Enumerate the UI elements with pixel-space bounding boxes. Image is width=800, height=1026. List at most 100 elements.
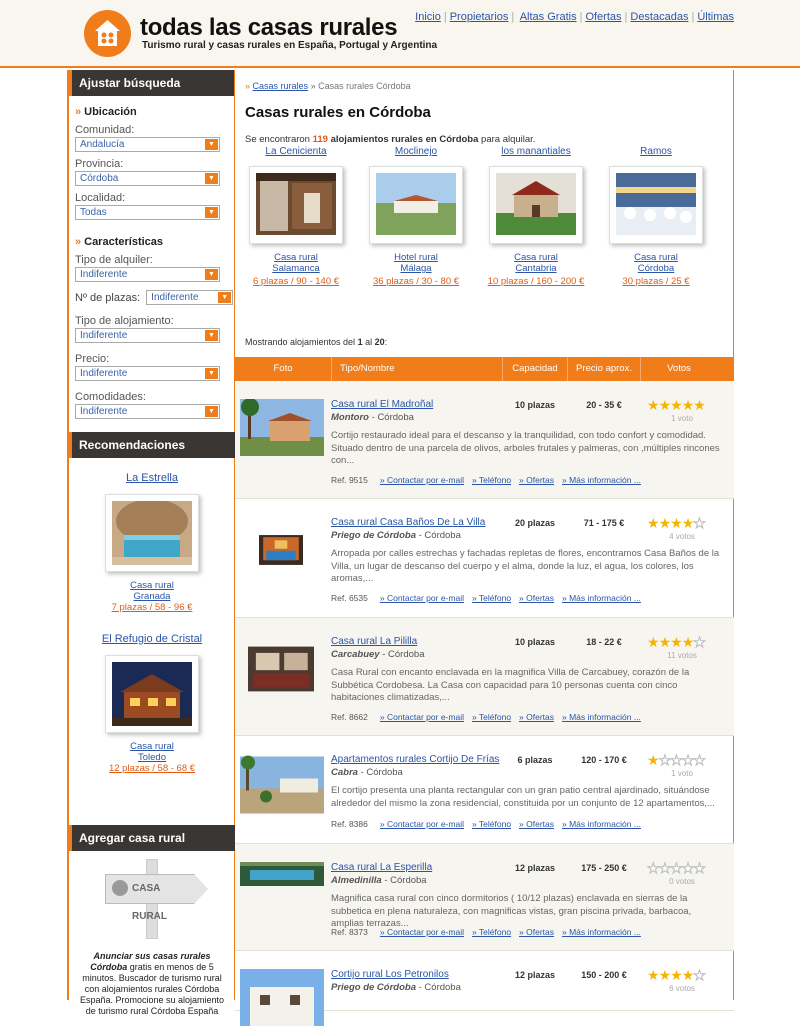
- featured-photo[interactable]: [249, 166, 343, 244]
- featured-photo[interactable]: [609, 166, 703, 244]
- phone-link[interactable]: » Teléfono: [472, 712, 511, 722]
- star-filled-icon[interactable]: ★: [659, 515, 672, 531]
- rec-name-link[interactable]: La Estrella: [69, 472, 235, 484]
- phone-link[interactable]: » Teléfono: [472, 593, 511, 603]
- star-filled-icon[interactable]: ★: [647, 515, 660, 531]
- rating-stars[interactable]: ★★★★★: [647, 967, 717, 984]
- star-filled-icon[interactable]: ★: [647, 967, 660, 983]
- rec-photo[interactable]: [105, 655, 199, 733]
- listing-name-link[interactable]: Casa rural La Esperilla: [331, 862, 432, 873]
- star-filled-icon[interactable]: ★: [659, 634, 672, 650]
- rec-price-link[interactable]: 12 plazas / 58 - 68 €: [69, 763, 235, 774]
- listing-name-link[interactable]: Cortijo rural Los Petronilos: [331, 969, 449, 980]
- listing-name-link[interactable]: Apartamentos rurales Cortijo De Frías: [331, 754, 499, 765]
- rec-price-link[interactable]: 7 plazas / 58 - 96 €: [69, 602, 235, 613]
- contact-email-link[interactable]: » Contactar por e-mail: [380, 819, 464, 829]
- phone-link[interactable]: » Teléfono: [472, 927, 511, 937]
- rec-type-link[interactable]: Casa rural: [69, 741, 235, 752]
- phone-link[interactable]: » Teléfono: [472, 819, 511, 829]
- offers-link[interactable]: » Ofertas: [519, 475, 554, 485]
- rating-stars[interactable]: ★★★★★: [647, 397, 717, 414]
- featured-type-link[interactable]: Casa rural: [476, 252, 596, 263]
- featured-name-link[interactable]: La Cenicienta: [236, 146, 356, 157]
- star-filled-icon[interactable]: ★: [647, 752, 660, 768]
- star-empty-icon[interactable]: ★: [693, 860, 706, 877]
- star-empty-icon[interactable]: ★: [693, 752, 706, 769]
- comunidad-select[interactable]: Andalucía ▼: [75, 137, 220, 152]
- star-filled-icon[interactable]: ★: [670, 515, 683, 531]
- featured-province-link[interactable]: Cantabria: [476, 263, 596, 274]
- featured-name-link[interactable]: Ramos: [596, 146, 716, 157]
- listing-photo[interactable]: [240, 754, 324, 816]
- rating-stars[interactable]: ★★★★★: [647, 860, 717, 877]
- star-empty-icon[interactable]: ★: [693, 967, 706, 984]
- star-filled-icon[interactable]: ★: [659, 397, 672, 413]
- star-filled-icon[interactable]: ★: [647, 397, 660, 413]
- listing-photo[interactable]: [240, 862, 324, 886]
- contact-email-link[interactable]: » Contactar por e-mail: [380, 712, 464, 722]
- contact-email-link[interactable]: » Contactar por e-mail: [380, 475, 464, 485]
- more-info-link[interactable]: » Más información ...: [562, 927, 641, 937]
- more-info-link[interactable]: » Más información ...: [562, 712, 641, 722]
- rec-province-link[interactable]: Granada: [69, 591, 235, 602]
- star-empty-icon[interactable]: ★: [681, 752, 694, 769]
- star-empty-icon[interactable]: ★: [693, 515, 706, 532]
- rating-stars[interactable]: ★★★★★: [647, 515, 717, 532]
- featured-photo[interactable]: [369, 166, 463, 244]
- more-info-link[interactable]: » Más información ...: [562, 475, 641, 485]
- listing-name-link[interactable]: Casa rural La Pililla: [331, 636, 417, 647]
- offers-link[interactable]: » Ofertas: [519, 819, 554, 829]
- nav-ultimas[interactable]: Últimas: [697, 11, 734, 23]
- offers-link[interactable]: » Ofertas: [519, 593, 554, 603]
- nav-inicio[interactable]: Inicio: [415, 11, 441, 23]
- contact-email-link[interactable]: » Contactar por e-mail: [380, 927, 464, 937]
- featured-province-link[interactable]: Málaga: [356, 263, 476, 274]
- star-empty-icon[interactable]: ★: [658, 860, 671, 877]
- star-filled-icon[interactable]: ★: [670, 397, 683, 413]
- star-empty-icon[interactable]: ★: [693, 634, 706, 651]
- featured-province-link[interactable]: Córdoba: [596, 263, 716, 274]
- precio-select[interactable]: Indiferente ▼: [75, 366, 220, 381]
- signpost-image[interactable]: CASA RURAL: [97, 859, 208, 939]
- more-info-link[interactable]: » Más información ...: [562, 593, 641, 603]
- featured-price-link[interactable]: 10 plazas / 160 - 200 €: [476, 276, 596, 287]
- star-filled-icon[interactable]: ★: [670, 634, 683, 650]
- nav-ofertas[interactable]: Ofertas: [585, 11, 621, 23]
- star-filled-icon[interactable]: ★: [647, 634, 660, 650]
- star-empty-icon[interactable]: ★: [670, 860, 683, 877]
- offers-link[interactable]: » Ofertas: [519, 927, 554, 937]
- featured-price-link[interactable]: 30 plazas / 25 €: [596, 276, 716, 287]
- contact-email-link[interactable]: » Contactar por e-mail: [380, 593, 464, 603]
- more-info-link[interactable]: » Más información ...: [562, 819, 641, 829]
- breadcrumb-home-link[interactable]: Casas rurales: [253, 81, 309, 91]
- star-empty-icon[interactable]: ★: [681, 860, 694, 877]
- tipo-alquiler-select[interactable]: Indiferente ▼: [75, 267, 220, 282]
- star-filled-icon[interactable]: ★: [693, 397, 706, 413]
- rating-stars[interactable]: ★★★★★: [647, 752, 717, 769]
- listing-photo[interactable]: [240, 969, 324, 1026]
- star-filled-icon[interactable]: ★: [659, 967, 672, 983]
- rec-photo[interactable]: [105, 494, 199, 572]
- rec-type-link[interactable]: Casa rural: [69, 580, 235, 591]
- site-logo[interactable]: [84, 10, 131, 57]
- offers-link[interactable]: » Ofertas: [519, 712, 554, 722]
- listing-photo[interactable]: [240, 399, 324, 456]
- phone-link[interactable]: » Teléfono: [472, 475, 511, 485]
- star-filled-icon[interactable]: ★: [682, 515, 695, 531]
- star-empty-icon[interactable]: ★: [670, 752, 683, 769]
- featured-type-link[interactable]: Casa rural: [236, 252, 356, 263]
- star-empty-icon[interactable]: ★: [658, 752, 671, 769]
- rec-name-link[interactable]: El Refugio de Cristal: [69, 633, 235, 645]
- star-filled-icon[interactable]: ★: [682, 397, 695, 413]
- nav-destacadas[interactable]: Destacadas: [630, 11, 688, 23]
- rec-province-link[interactable]: Toledo: [69, 752, 235, 763]
- comodidades-select[interactable]: Indiferente ▼: [75, 404, 220, 419]
- listing-photo[interactable]: [259, 517, 303, 583]
- localidad-select[interactable]: Todas ▼: [75, 205, 220, 220]
- featured-price-link[interactable]: 6 plazas / 90 - 140 €: [236, 276, 356, 287]
- featured-type-link[interactable]: Casa rural: [596, 252, 716, 263]
- nav-propietarios[interactable]: Propietarios: [450, 11, 509, 23]
- featured-province-link[interactable]: Salamanca: [236, 263, 356, 274]
- featured-price-link[interactable]: 36 plazas / 30 - 80 €: [356, 276, 476, 287]
- featured-name-link[interactable]: Moclinejo: [356, 146, 476, 157]
